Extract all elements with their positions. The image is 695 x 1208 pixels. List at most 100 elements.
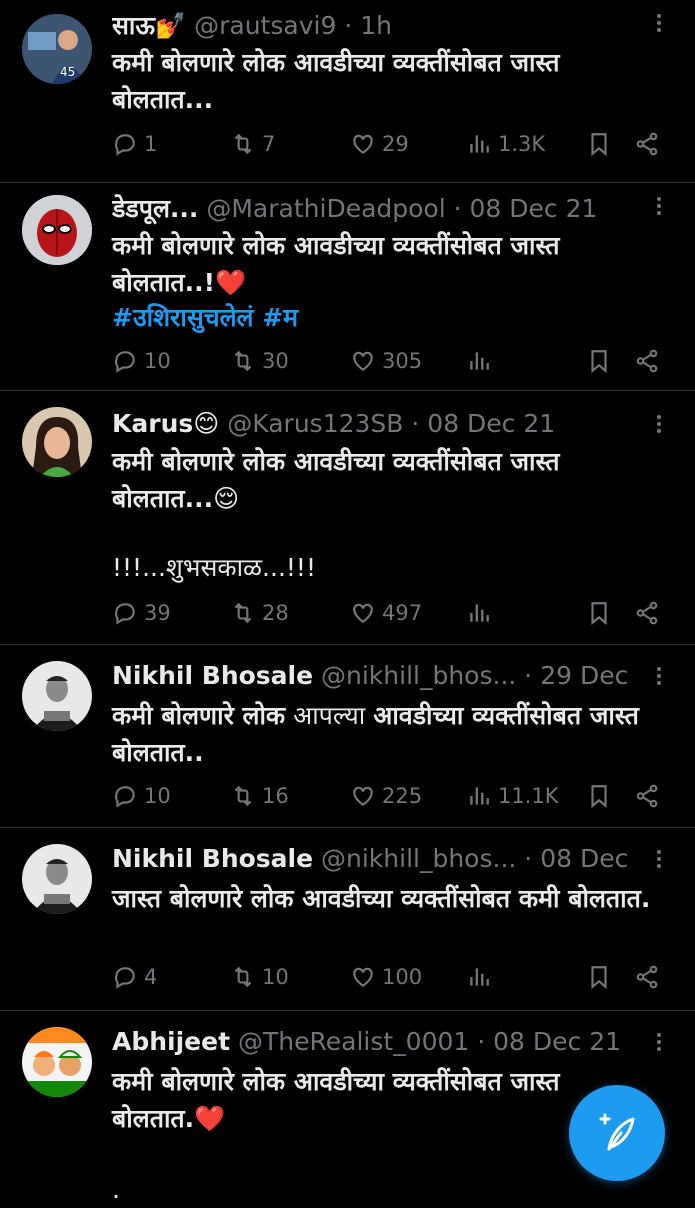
separator: ·	[411, 409, 420, 438]
tweet-header: Nikhil Bhosale @nikhill_bhos... · 29 Dec…	[112, 661, 635, 695]
tweet-text: कमी बोलणारे लोक आवडीच्या व्यक्तींसोबत जा…	[112, 1067, 569, 1133]
more-icon[interactable]	[649, 8, 669, 38]
share-icon	[636, 965, 658, 989]
reply-button[interactable]: 39	[112, 595, 171, 631]
separator: ·	[524, 844, 533, 873]
more-icon[interactable]	[649, 661, 669, 691]
handle[interactable]: @nikhill_bhos...	[321, 661, 516, 690]
bookmark-button[interactable]	[586, 959, 612, 995]
tweet-header: साऊ💅 @rautsavi9 · 1h	[112, 8, 635, 42]
display-name[interactable]: साऊ	[112, 11, 155, 40]
reply-icon	[114, 351, 135, 373]
reply-button[interactable]: 10	[112, 343, 171, 379]
extra-text: !!!...शुभसकाळ...!!!	[112, 553, 316, 582]
avatar[interactable]	[22, 1027, 92, 1097]
timestamp[interactable]: 1h	[360, 11, 392, 40]
compose-button[interactable]	[569, 1085, 665, 1181]
avatar[interactable]	[22, 195, 92, 265]
reply-button[interactable]: 1	[112, 126, 157, 162]
retweet-button[interactable]: 30	[230, 343, 289, 379]
more-icon[interactable]	[649, 1027, 669, 1057]
share-button[interactable]	[634, 778, 660, 814]
like-button[interactable]: 225	[350, 778, 422, 814]
views-button[interactable]: 1.3K	[466, 126, 545, 162]
retweet-button[interactable]: 16	[230, 778, 289, 814]
avatar[interactable]	[22, 844, 92, 914]
avatar[interactable]	[22, 407, 92, 477]
timestamp[interactable]: 08 Dec 21	[540, 844, 635, 873]
display-name[interactable]: डेडपूल...	[112, 194, 198, 223]
views-icon	[470, 352, 489, 370]
more-icon[interactable]	[649, 191, 669, 221]
hashtags[interactable]: #उशिरासुचलेलं #म	[112, 303, 298, 332]
display-name[interactable]: Nikhil Bhosale	[112, 661, 313, 690]
timestamp[interactable]: 29 Dec 22	[540, 661, 635, 690]
bookmark-button[interactable]	[586, 595, 612, 631]
avatar[interactable]: 45	[22, 14, 92, 84]
action-bar: 10 16 225 11.1K	[112, 778, 672, 814]
like-button[interactable]: 305	[350, 343, 422, 379]
like-icon	[353, 603, 373, 623]
share-button[interactable]	[634, 343, 660, 379]
like-button[interactable]: 497	[350, 595, 422, 631]
separator: ·	[344, 11, 353, 40]
reply-button[interactable]: 10	[112, 778, 171, 814]
timestamp[interactable]: 08 Dec 21	[493, 1027, 621, 1056]
handle[interactable]: @nikhill_bhos...	[321, 844, 516, 873]
bookmark-button[interactable]	[586, 778, 612, 814]
avatar[interactable]	[22, 661, 92, 731]
retweet-count: 10	[262, 965, 289, 989]
handle[interactable]: @TheRealist_0001	[238, 1027, 469, 1056]
tweet-header: Nikhil Bhosale @nikhill_bhos... · 08 Dec…	[112, 844, 635, 878]
retweet-icon	[234, 602, 252, 624]
tweet-4[interactable]: Nikhil Bhosale @nikhill_bhos... · 29 Dec…	[0, 645, 695, 828]
retweet-icon	[234, 350, 252, 372]
display-name[interactable]: Nikhil Bhosale	[112, 844, 313, 873]
handle[interactable]: @rautsavi9	[194, 11, 336, 40]
bookmark-icon	[591, 350, 607, 374]
handle[interactable]: @Karus123SB	[227, 409, 403, 438]
more-icon[interactable]	[649, 409, 669, 439]
tweet-extra-text: !!!...शुभसकाळ...!!!	[112, 549, 655, 586]
like-button[interactable]: 100	[350, 959, 422, 995]
retweet-button[interactable]: 10	[230, 959, 289, 995]
timestamp[interactable]: 08 Dec 21	[427, 409, 555, 438]
retweet-icon	[234, 133, 252, 155]
reply-button[interactable]: 4	[112, 959, 157, 995]
tweet-text: कमी बोलणारे लोक आपल्या आवडीच्या व्यक्तीं…	[112, 697, 655, 771]
like-count: 497	[382, 601, 423, 625]
bookmark-button[interactable]	[586, 343, 612, 379]
tweet-text: कमी बोलणारे लोक आवडीच्या व्यक्तींसोबत जा…	[112, 48, 569, 114]
tweet-extra-text: .	[112, 1171, 655, 1208]
views-button[interactable]	[466, 959, 492, 995]
share-button[interactable]	[634, 959, 660, 995]
display-name[interactable]: Abhijeet	[112, 1027, 230, 1056]
tweet-2[interactable]: डेडपूल... @MarathiDeadpool · 08 Dec 21 क…	[0, 183, 695, 391]
name-emoji: 😊	[193, 409, 220, 438]
share-icon	[636, 349, 658, 373]
tweet-1[interactable]: 45 साऊ💅 @rautsavi9 · 1h कमी बोलणारे लोक …	[0, 0, 695, 183]
like-button[interactable]: 29	[350, 126, 409, 162]
retweet-button[interactable]: 28	[230, 595, 289, 631]
action-bar: 39 28 497	[112, 595, 672, 631]
bookmark-button[interactable]	[586, 126, 612, 162]
views-button[interactable]	[466, 595, 492, 631]
share-button[interactable]	[634, 595, 660, 631]
reply-icon	[114, 967, 135, 989]
reply-icon	[114, 786, 135, 808]
handle[interactable]: @MarathiDeadpool	[206, 194, 445, 223]
display-name[interactable]: Karus	[112, 409, 193, 438]
like-count: 225	[382, 784, 423, 808]
share-button[interactable]	[634, 126, 660, 162]
reply-count: 10	[144, 349, 171, 373]
timestamp[interactable]: 08 Dec 21	[470, 194, 598, 223]
retweet-button[interactable]: 7	[230, 126, 275, 162]
views-icon	[470, 604, 489, 622]
like-count: 29	[382, 132, 409, 156]
compose-icon	[599, 1113, 635, 1151]
views-button[interactable]	[466, 343, 492, 379]
tweet-5[interactable]: Nikhil Bhosale @nikhill_bhos... · 08 Dec…	[0, 828, 695, 1011]
tweet-3[interactable]: Karus😊 @Karus123SB · 08 Dec 21 कमी बोलणा…	[0, 391, 695, 645]
more-icon[interactable]	[649, 844, 669, 874]
views-button[interactable]: 11.1K	[466, 778, 559, 814]
